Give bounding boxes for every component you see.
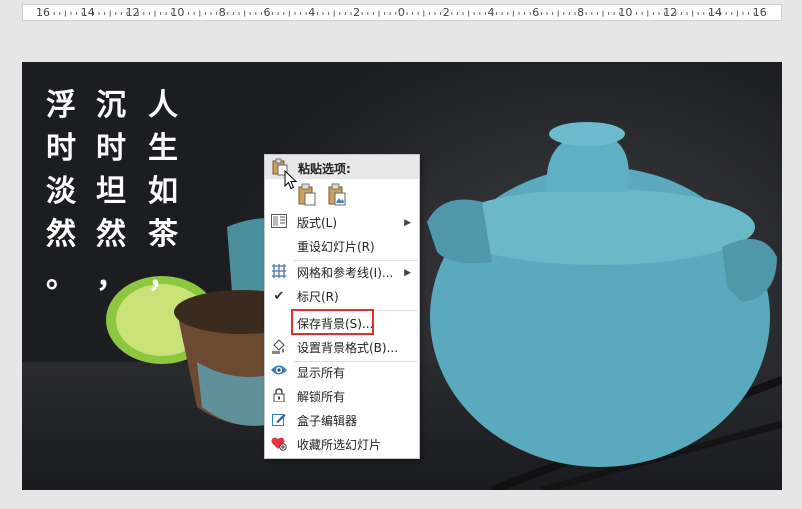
ruler-label: 14 (80, 6, 95, 19)
checkmark-icon: ✔ (273, 289, 285, 304)
poem-char: 时 (46, 131, 76, 166)
ruler-label: 4 (487, 6, 495, 19)
horizontal-ruler[interactable]: 16 14 12 10 8 6 4 2 0 2 4 6 8 10 12 14 16 (22, 4, 782, 21)
poem-char: ， (96, 260, 126, 295)
poem-char: 如 (148, 174, 178, 209)
teapot-lid (445, 189, 755, 265)
paste-options-label: 粘贴选项: (298, 162, 351, 176)
menu-item-show-all[interactable]: 显示所有 (265, 361, 419, 385)
poem-char: 时 (96, 131, 126, 166)
poem-column-3: 浮时淡然。 (44, 84, 78, 299)
ruler-label: 12 (663, 6, 678, 19)
ruler-label: 2 (442, 6, 450, 19)
edit-icon (270, 412, 288, 430)
ruler-label: 8 (577, 6, 585, 19)
menu-item-unlock-all[interactable]: 解锁所有 (265, 385, 419, 409)
poem-column-2: 沉时坦然 ， (94, 84, 128, 299)
paste-as-picture-icon[interactable] (327, 183, 347, 207)
poem-char: 人 (148, 88, 178, 123)
menu-item-format-background[interactable]: 设置背景格式(B)... (265, 336, 419, 360)
ruler-label: 14 (708, 6, 722, 19)
menu-item-grid-guides[interactable]: 网格和参考线(I)... ▶ (265, 261, 419, 285)
poem-char: 浮 (46, 88, 76, 123)
ruler-label: 16 (752, 6, 767, 19)
poem-column-1: 人生如茶 ， (146, 84, 180, 299)
teapot-handle-left (427, 199, 492, 264)
ruler-label: 10 (618, 6, 633, 19)
menu-item-reset-slide[interactable]: 重设幻灯片(R) (265, 235, 419, 259)
eye-icon (270, 364, 288, 382)
poem-char: ， (148, 260, 178, 295)
poem-char: 坦 (96, 174, 126, 209)
poem-char: 生 (148, 131, 178, 166)
heart-add-icon (270, 436, 288, 454)
menu-item-favorite-slides[interactable]: 收藏所选幻灯片 (265, 433, 419, 457)
poem-char: 茶 (148, 217, 178, 252)
ruler-label: 6 (263, 6, 271, 19)
poem-char: 淡 (46, 174, 76, 209)
grid-icon (270, 264, 288, 282)
menu-item-box-editor[interactable]: 盒子编辑器 (265, 409, 419, 433)
mouse-cursor-icon (284, 169, 298, 194)
ruler-label: 16 (36, 6, 50, 19)
format-background-icon (270, 339, 288, 357)
poem-char: 沉 (96, 88, 126, 123)
submenu-arrow-icon: ▶ (404, 218, 411, 228)
layout-icon (270, 214, 288, 232)
ruler-label: 2 (353, 6, 361, 19)
ruler-label: 12 (125, 6, 140, 19)
lock-icon (270, 388, 288, 406)
context-menu: 粘贴选项: 版式(L) ▶ 重设幻灯片(R) 网格和参考线(I)... ▶ ✔ … (264, 154, 420, 459)
ruler-label: 8 (218, 6, 226, 19)
teapot-knob-top (549, 122, 625, 146)
highlight-box-save-background (291, 309, 374, 335)
menu-item-layout[interactable]: 版式(L) ▶ (265, 211, 419, 235)
submenu-arrow-icon: ▶ (404, 268, 411, 278)
poem-char: 然 (96, 217, 126, 252)
keep-source-formatting-icon[interactable] (297, 183, 317, 207)
ruler-label: 4 (308, 6, 316, 19)
ruler-label: 0 (397, 6, 405, 19)
ruler-label: 10 (170, 6, 185, 19)
ruler-label: 6 (532, 6, 540, 19)
menu-item-ruler[interactable]: ✔ 标尺(R) (265, 285, 419, 309)
poem-char: 。 (46, 260, 76, 295)
poem-char: 然 (46, 217, 76, 252)
